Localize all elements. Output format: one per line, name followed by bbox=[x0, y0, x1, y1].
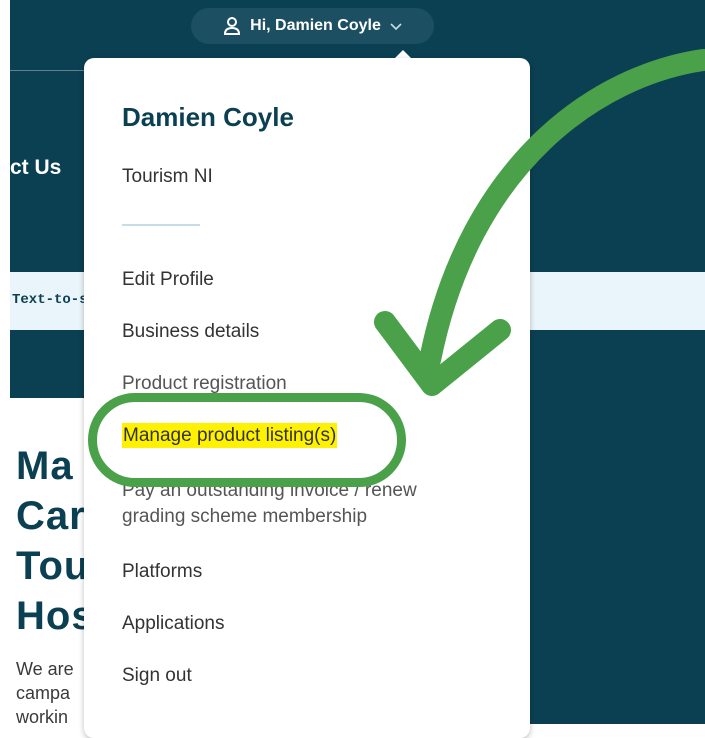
menu-divider bbox=[122, 224, 200, 226]
hero-body-text: We are campa workin bbox=[16, 657, 74, 729]
annotation-highlight-ring bbox=[88, 393, 406, 487]
hero-title-line: Tou bbox=[16, 544, 90, 588]
hero-title-line: Ma bbox=[16, 444, 74, 488]
account-organisation: Tourism NI bbox=[122, 166, 213, 187]
hero-body-line: We are bbox=[16, 659, 74, 679]
nav-link-contact-us[interactable]: ct Us bbox=[10, 156, 61, 180]
menu-item-business-details[interactable]: Business details bbox=[122, 319, 259, 345]
account-name: Damien Coyle bbox=[122, 102, 294, 132]
hero-title-line: Car bbox=[16, 494, 86, 538]
hero-title-line: Hos bbox=[16, 594, 95, 638]
user-menu-button[interactable]: Hi, Damien Coyle bbox=[191, 8, 434, 44]
text-to-speech-link[interactable]: Text-to-s bbox=[12, 292, 88, 308]
user-greeting: Hi, Damien Coyle bbox=[250, 17, 381, 34]
chevron-down-icon bbox=[389, 21, 403, 31]
hero-side-panel bbox=[530, 330, 705, 724]
menu-item-applications[interactable]: Applications bbox=[122, 611, 224, 637]
page-left-edge bbox=[0, 0, 10, 724]
hero-body-line: workin bbox=[16, 707, 69, 727]
hero-body-line: campa bbox=[16, 683, 71, 703]
hero-title: Ma Car Tou Hos bbox=[16, 441, 95, 641]
menu-item-platforms[interactable]: Platforms bbox=[122, 559, 202, 585]
menu-item-sign-out[interactable]: Sign out bbox=[122, 663, 192, 689]
menu-item-label: grading scheme membership bbox=[122, 506, 368, 527]
menu-item-edit-profile[interactable]: Edit Profile bbox=[122, 267, 214, 293]
user-icon bbox=[222, 16, 242, 36]
